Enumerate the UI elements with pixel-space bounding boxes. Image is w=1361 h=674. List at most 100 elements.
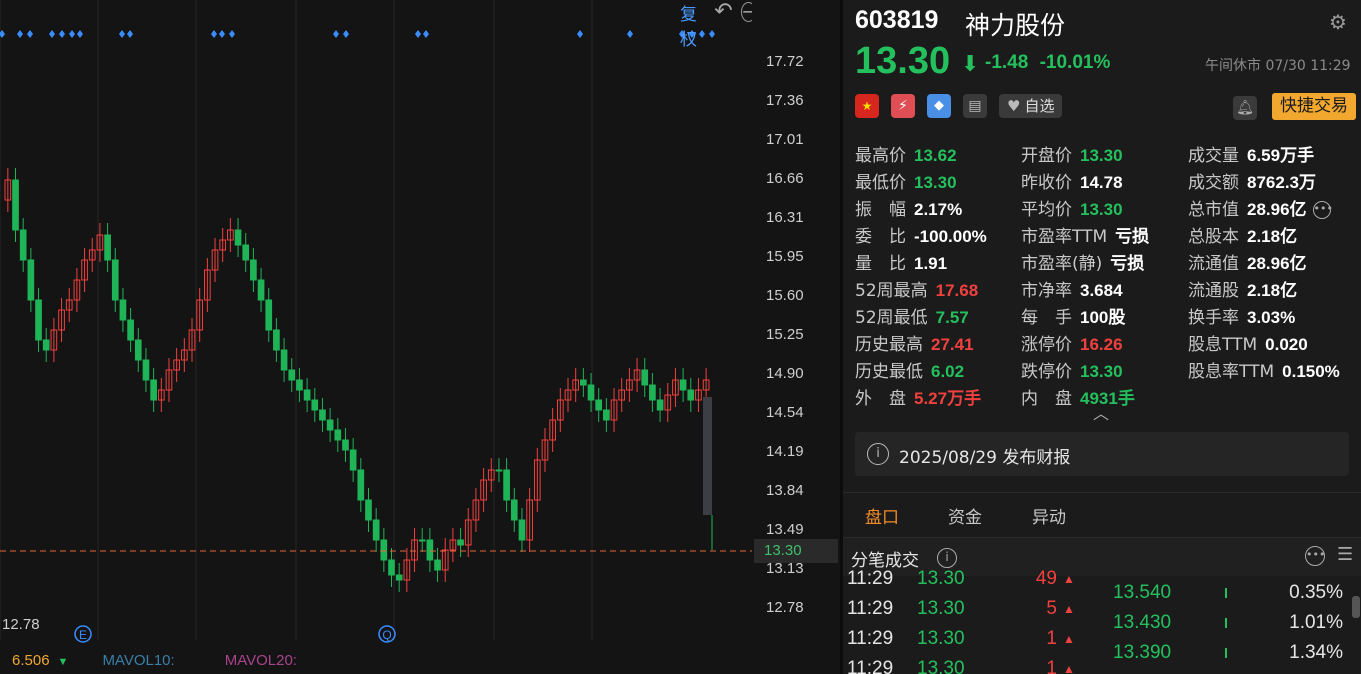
stat-label: 量 比 xyxy=(855,254,906,274)
stat-row: 成交量 6.59万手 xyxy=(1188,141,1314,168)
stat-label: 成交量 xyxy=(1188,146,1239,166)
tick-volume: 49 xyxy=(1035,570,1057,589)
dist-bar xyxy=(1225,618,1227,628)
candle-body xyxy=(687,389,695,401)
tab-movement[interactable]: 异动 xyxy=(1032,503,1066,528)
stat-label: 52周最高 xyxy=(855,281,928,301)
quick-trade-button[interactable]: 快捷交易 xyxy=(1272,93,1356,120)
stat-row: 量 比 1.91 xyxy=(855,249,947,276)
tick-time: 11:29 xyxy=(847,658,894,674)
stat-row: 振 幅 2.17% xyxy=(855,195,962,222)
stat-label: 股息TTM xyxy=(1188,335,1258,355)
candle-body xyxy=(150,379,157,401)
stat-label: 成交额 xyxy=(1188,173,1239,193)
bell-icon[interactable]: 🔔︎ xyxy=(1233,96,1257,120)
stat-label: 开盘价 xyxy=(1021,146,1072,166)
scrollbar[interactable] xyxy=(1352,596,1360,618)
stat-value: 2.18亿 xyxy=(1247,227,1298,246)
add-watchlist-button[interactable]: ♥ 自选 xyxy=(999,94,1063,118)
mavol10-label: MAVOL10: xyxy=(102,652,175,669)
tick-price: 13.30 xyxy=(917,658,965,674)
stat-label: 流通股 xyxy=(1188,281,1239,301)
lightning-icon[interactable]: ⚡ xyxy=(891,94,915,118)
stat-label: 外 盘 xyxy=(855,389,906,409)
y-tick-label: 13.84 xyxy=(766,482,804,499)
undo-icon[interactable]: ↶ xyxy=(714,1,732,23)
stat-row: 股息TTM 0.020 xyxy=(1188,330,1308,357)
candle-body xyxy=(134,339,142,361)
volume-down-icon: ▼ xyxy=(57,656,69,668)
stat-value: 27.41 xyxy=(931,335,974,354)
info-icon[interactable]: i xyxy=(937,548,957,568)
stat-row: 内 盘 4931手 xyxy=(1021,384,1135,411)
quote-panel: 603819 神力股份 ⚙ 13.30 ⬇ -1.48 -10.01% 午间休市… xyxy=(843,0,1361,674)
stat-row: 股息率TTM 0.150% xyxy=(1188,357,1340,384)
candle-body xyxy=(349,449,357,471)
stat-value: 3.03% xyxy=(1247,308,1296,327)
kline-chart[interactable]: 12.78EQ 前复权 ↶ − + 6.506 ▼ MAVOL10: MAVOL… xyxy=(0,0,780,674)
stat-row: 市盈率(静) 亏损 xyxy=(1021,249,1144,276)
stat-label: 最高价 xyxy=(855,146,906,166)
candle-body xyxy=(119,299,127,321)
stat-row: 换手率 3.03% xyxy=(1188,303,1295,330)
y-tick-label: 12.78 xyxy=(766,599,804,616)
more-icon[interactable]: ••• xyxy=(1312,201,1333,219)
candle-body xyxy=(334,429,342,441)
candle-body xyxy=(27,259,35,301)
marker-label: Q xyxy=(382,628,391,642)
candle-body xyxy=(42,339,50,351)
more-options-icon[interactable]: ••• xyxy=(1305,546,1325,566)
stat-value: 5.27万手 xyxy=(914,389,982,408)
candle-body xyxy=(234,229,242,246)
candle-body xyxy=(495,469,503,472)
tab-order-book[interactable]: 盘口 xyxy=(865,503,899,528)
event-marker-icon xyxy=(0,30,5,38)
y-tick-label: 15.95 xyxy=(766,248,804,265)
candle-body xyxy=(273,329,280,351)
candle-body xyxy=(510,499,518,521)
tag-icon[interactable]: ◆ xyxy=(927,94,951,118)
candle-body xyxy=(319,409,326,421)
stat-row: 成交额 8762.3万 xyxy=(1188,168,1316,195)
mavol20-label: MAVOL20: xyxy=(224,652,297,669)
event-marker-icon xyxy=(211,30,217,38)
earnings-notice[interactable]: i 2025/08/29 发布财报 xyxy=(855,432,1349,476)
y-tick-label: 16.31 xyxy=(766,209,804,226)
candle-body xyxy=(595,399,603,411)
stat-row: 52周最高 17.68 xyxy=(855,276,978,303)
stat-value: 6.02 xyxy=(931,362,965,381)
stat-row: 委 比 -100.00% xyxy=(855,222,987,249)
dist-percent: 1.01% xyxy=(1289,612,1343,633)
stat-label: 每 手 xyxy=(1021,308,1072,328)
up-triangle-icon: ▲ xyxy=(1063,662,1075,674)
up-triangle-icon: ▲ xyxy=(1063,632,1075,646)
stat-label: 市净率 xyxy=(1021,281,1072,301)
section-title: 分笔成交 xyxy=(851,551,919,571)
price-distribution-list[interactable]: 13.540 0.35% 13.430 1.01% 13.390 1.34% xyxy=(1093,570,1361,674)
tab-fund-flow[interactable]: 资金 xyxy=(948,503,982,528)
tick-price: 13.30 xyxy=(917,628,965,649)
list-view-icon[interactable]: ☰ xyxy=(1337,544,1353,565)
stat-value: 13.62 xyxy=(914,146,957,165)
candle-body xyxy=(111,259,119,301)
tick-price: 13.30 xyxy=(917,598,965,619)
note-icon[interactable]: ▤ xyxy=(963,94,987,118)
earnings-notice-text: 2025/08/29 发布财报 xyxy=(899,448,1071,468)
collapse-caret-icon[interactable]: ︿ xyxy=(1093,400,1109,424)
stat-value: 100股 xyxy=(1080,308,1126,327)
candle-body xyxy=(19,229,27,261)
dist-price: 13.430 xyxy=(1113,612,1172,633)
tick-volume: 1 xyxy=(1046,628,1057,649)
heart-icon: ♥ xyxy=(1007,97,1021,115)
event-marker-icon xyxy=(119,30,125,38)
event-marker-icon xyxy=(423,30,429,38)
y-tick-label: 16.66 xyxy=(766,170,804,187)
trade-ticks-list[interactable]: 11:29 13.30 49 ▲ 11:29 13.30 5 ▲ 11:29 13.30 1 ▲ 11:… xyxy=(843,570,1093,674)
dist-price: 13.390 xyxy=(1113,642,1172,663)
stat-label: 股息率TTM xyxy=(1188,362,1275,382)
stat-label: 换手率 xyxy=(1188,308,1239,328)
gear-icon[interactable]: ⚙ xyxy=(1329,10,1347,34)
adjust-mode-button[interactable]: 前复权 xyxy=(680,0,706,50)
candle-body xyxy=(388,559,395,576)
price-change: -1.48 -10.01% xyxy=(985,52,1110,74)
